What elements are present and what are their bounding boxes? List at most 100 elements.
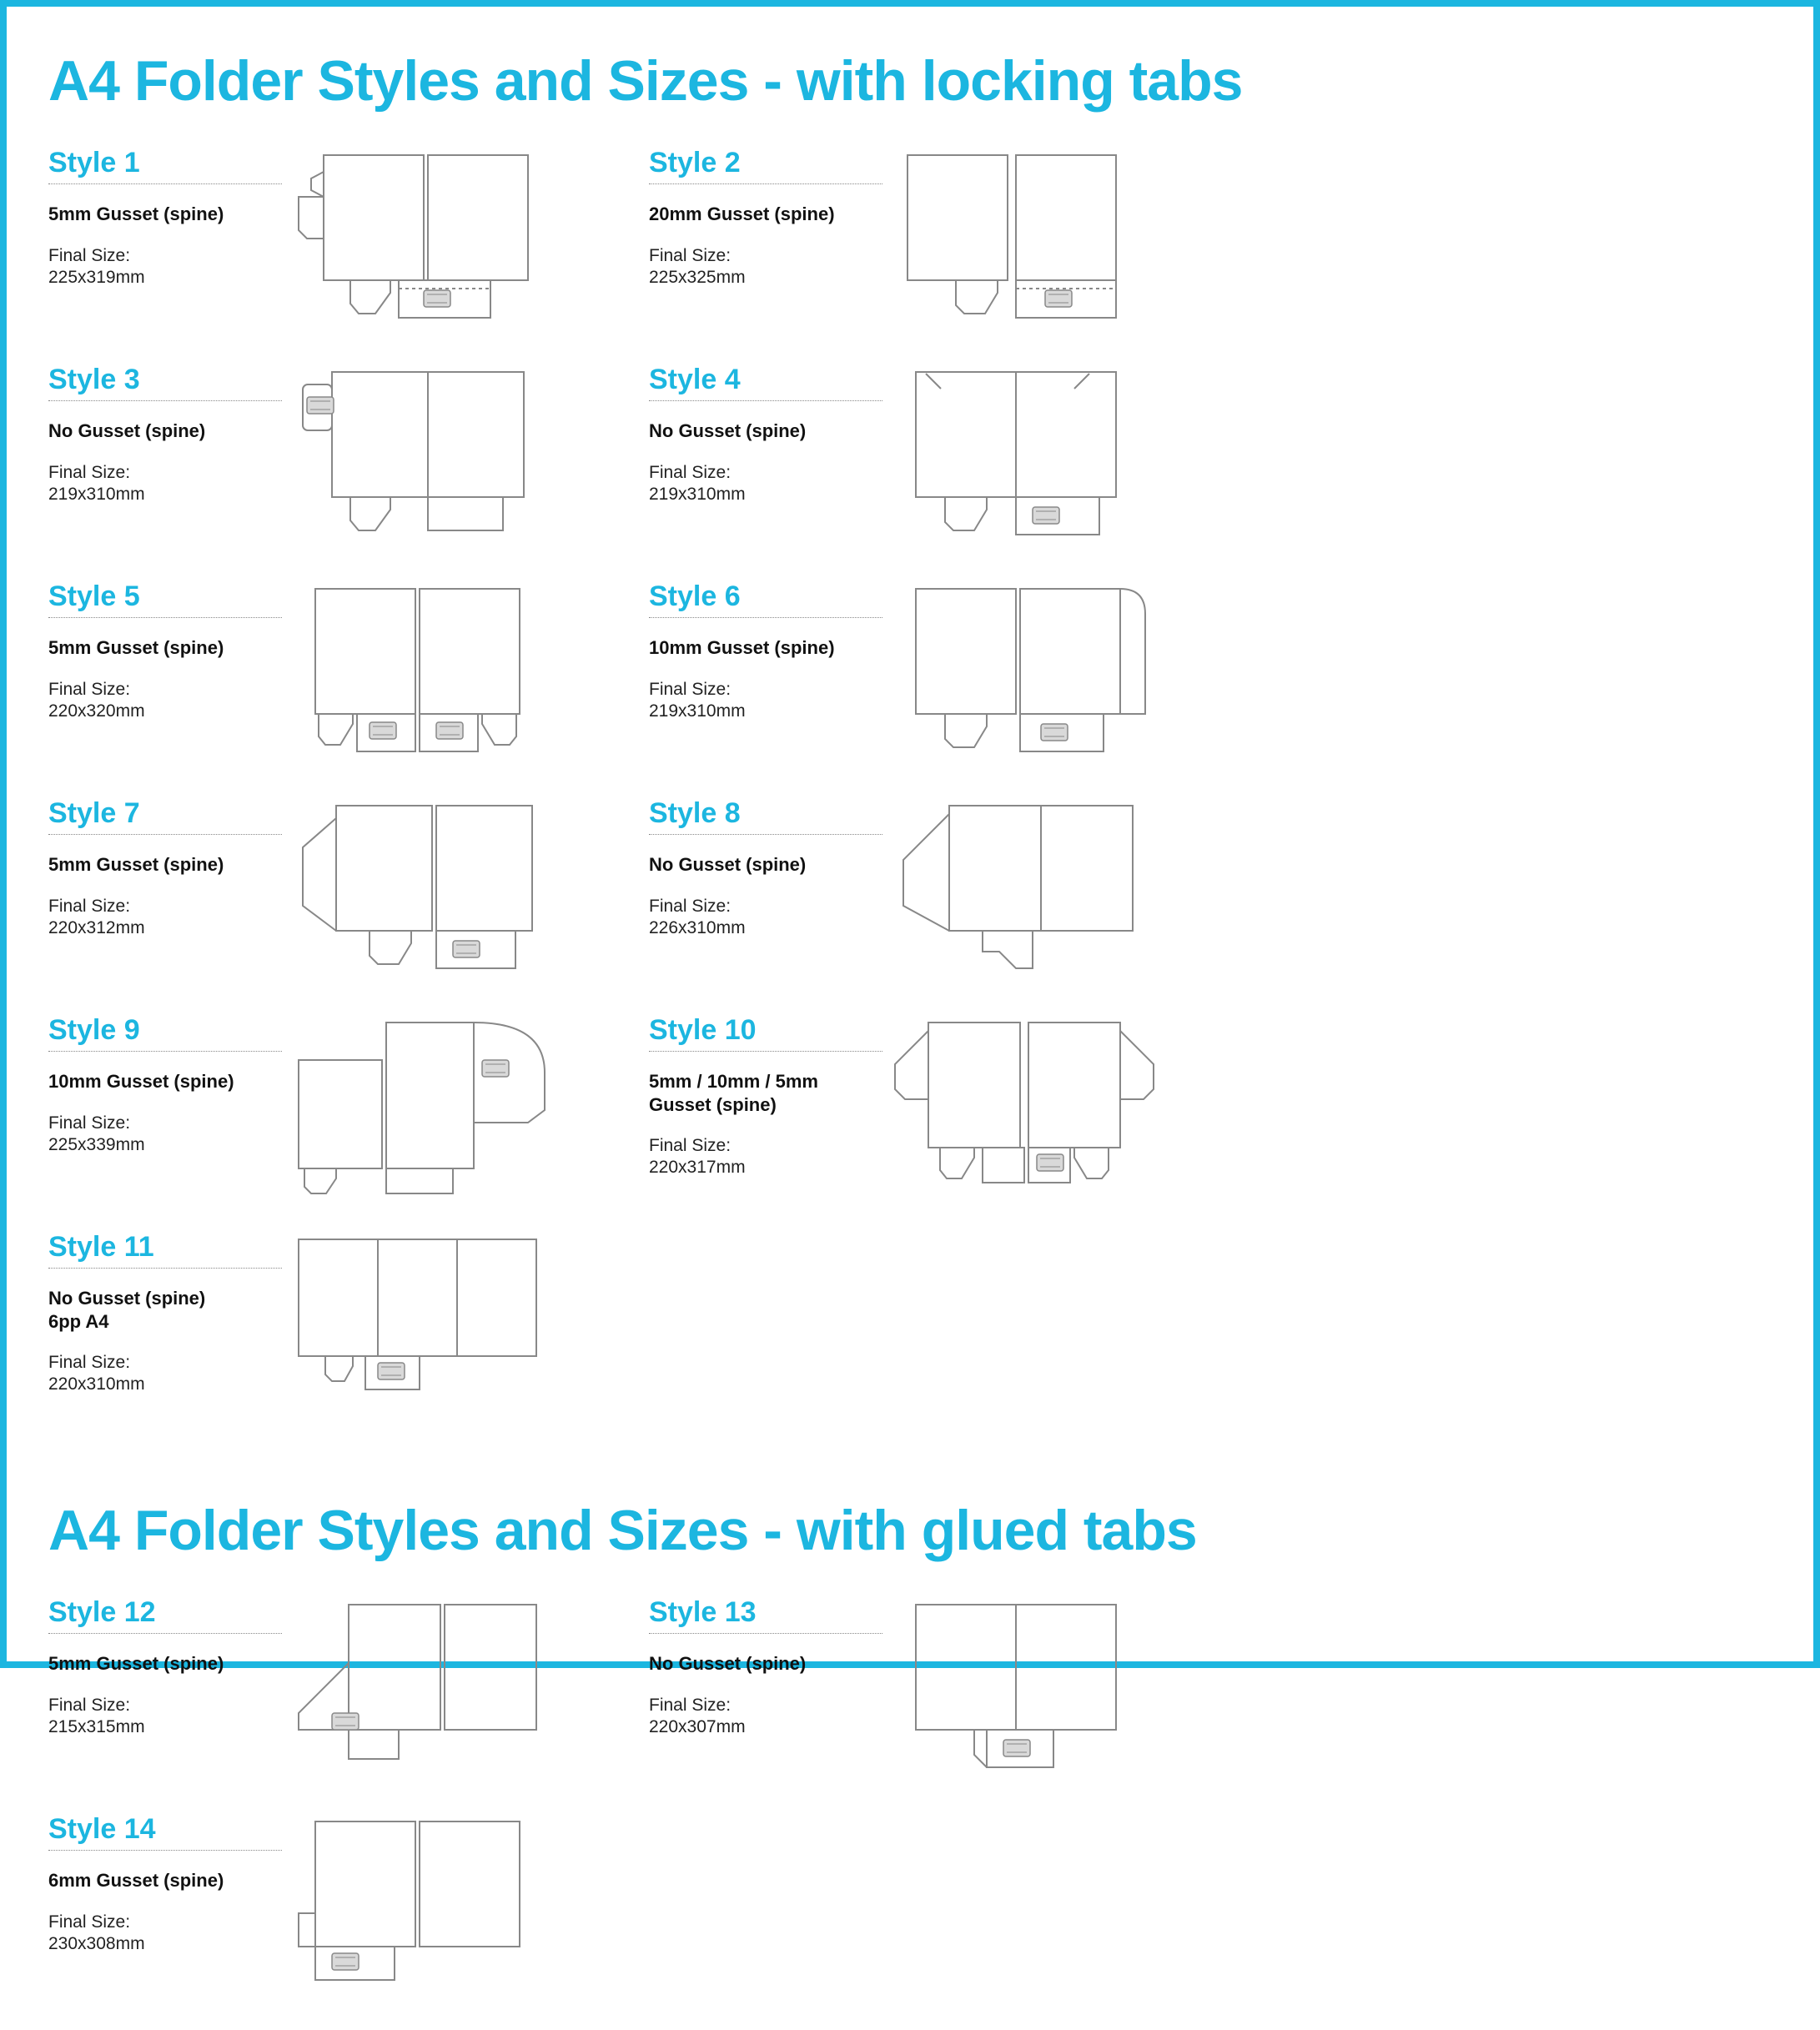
final-size-value: 225x339mm	[48, 1135, 282, 1155]
style-name: Style 10	[649, 1014, 882, 1052]
style-info: Style 125mm Gusset (spine)Final Size:215…	[48, 1596, 282, 1737]
gusset-label: 5mm / 10mm / 5mmGusset (spine)	[649, 1070, 882, 1116]
gusset-label: 6mm Gusset (spine)	[48, 1869, 282, 1892]
style-info: Style 4 No Gusset (spine) Final Size:219x3…	[649, 364, 882, 505]
final-size-label: Final Size:	[48, 1694, 282, 1717]
gusset-label: No Gusset (spine)	[649, 420, 882, 443]
style-cell: Style 15mm Gusset (spine)Final Size:225x…	[48, 147, 616, 330]
style-cell: Style 14 6mm Gusset (spine) Final Size:230…	[48, 1813, 616, 1997]
style-name: Style 2	[649, 147, 882, 184]
folder-dieline-icon	[282, 364, 566, 547]
style-cell: Style 125mm Gusset (spine)Final Size:215…	[48, 1596, 616, 1780]
gusset-label: 5mm Gusset (spine)	[48, 853, 282, 877]
folder-dieline-icon	[882, 580, 1166, 764]
folder-dieline-icon	[882, 364, 1166, 547]
style-cell: Style 13 No Gusset (spine) Final Size:220x…	[649, 1596, 1216, 1780]
folder-dieline-icon	[282, 1596, 566, 1780]
final-size-value: 220x317mm	[649, 1158, 882, 1178]
folder-dieline-icon	[282, 147, 566, 330]
folder-dieline-icon	[882, 797, 1166, 981]
final-size-label: Final Size:	[649, 1134, 882, 1158]
style-name: Style 11	[48, 1231, 282, 1269]
style-cell: Style 9 10mm Gusset (spine) Final Size:225…	[48, 1014, 616, 1198]
section-2-title: A4 Folder Styles and Sizes - with glued …	[48, 1498, 1772, 1563]
final-size-value: 215x315mm	[48, 1717, 282, 1737]
gusset-label: No Gusset (spine)	[649, 1652, 882, 1676]
gusset-label: 5mm Gusset (spine)	[48, 203, 282, 226]
final-size-label: Final Size:	[649, 244, 882, 268]
style-cell: Style 4 No Gusset (spine) Final Size:219x3…	[649, 364, 1216, 547]
style-cell: Style 10 5mm / 10mm / 5mmGusset (spine) Fi…	[649, 1014, 1216, 1198]
final-size-value: 219x310mm	[649, 485, 882, 505]
gusset-label: No Gusset (spine)	[649, 853, 882, 877]
final-size-value: 225x325mm	[649, 268, 882, 288]
style-info: Style 8 No Gusset (spine) Final Size:226x3…	[649, 797, 882, 938]
style-cell: Style 7 5mm Gusset (spine) Final Size:220x…	[48, 797, 616, 981]
style-cell: Style 8 No Gusset (spine) Final Size:226x3…	[649, 797, 1216, 981]
folder-dieline-icon	[282, 797, 566, 981]
style-info: Style 3 No Gusset (spine) Final Size:219x3…	[48, 364, 282, 505]
style-name: Style 9	[48, 1014, 282, 1052]
gusset-label: 5mm Gusset (spine)	[48, 636, 282, 660]
style-info: Style 10 5mm / 10mm / 5mmGusset (spine) Fi…	[649, 1014, 882, 1178]
style-info: Style 11 No Gusset (spine)6pp A4 Final Siz…	[48, 1231, 282, 1394]
style-info: Style 610mm Gusset (spine)Final Size:219…	[649, 580, 882, 721]
final-size-value: 219x310mm	[48, 485, 282, 505]
gusset-label: 10mm Gusset (spine)	[48, 1070, 282, 1093]
folder-dieline-icon	[282, 1813, 566, 1997]
gusset-label: No Gusset (spine)	[48, 420, 282, 443]
style-name: Style 8	[649, 797, 882, 835]
final-size-value: 220x312mm	[48, 918, 282, 938]
style-name: Style 6	[649, 580, 882, 618]
folder-dieline-icon	[882, 1596, 1166, 1780]
final-size-label: Final Size:	[48, 895, 282, 918]
styles-grid-locking: Style 15mm Gusset (spine)Final Size:225x…	[48, 147, 1772, 1448]
final-size-value: 220x320mm	[48, 701, 282, 721]
final-size-label: Final Size:	[48, 1112, 282, 1135]
style-cell: Style 11 No Gusset (spine)6pp A4 Final Siz…	[48, 1231, 616, 1414]
folder-dieline-icon	[882, 147, 1166, 330]
style-info: Style 7 5mm Gusset (spine) Final Size:220x…	[48, 797, 282, 938]
page-frame: A4 Folder Styles and Sizes - with lockin…	[0, 0, 1820, 1668]
style-name: Style 14	[48, 1813, 282, 1851]
style-info: Style 14 6mm Gusset (spine) Final Size:230…	[48, 1813, 282, 1954]
style-cell: Style 3 No Gusset (spine) Final Size:219x3…	[48, 364, 616, 547]
folder-dieline-icon	[882, 1014, 1166, 1198]
section-1-title: A4 Folder Styles and Sizes - with lockin…	[48, 48, 1772, 113]
style-name: Style 5	[48, 580, 282, 618]
style-cell: Style 610mm Gusset (spine)Final Size:219…	[649, 580, 1216, 764]
style-info: Style 9 10mm Gusset (spine) Final Size:225…	[48, 1014, 282, 1155]
final-size-label: Final Size:	[48, 678, 282, 701]
final-size-label: Final Size:	[649, 895, 882, 918]
styles-grid-glued: Style 125mm Gusset (spine)Final Size:215…	[48, 1596, 1772, 2030]
final-size-label: Final Size:	[48, 1911, 282, 1934]
final-size-label: Final Size:	[649, 461, 882, 485]
final-size-label: Final Size:	[649, 1694, 882, 1717]
folder-dieline-icon	[282, 1014, 566, 1198]
gusset-label: 5mm Gusset (spine)	[48, 1652, 282, 1676]
final-size-value: 230x308mm	[48, 1934, 282, 1954]
style-info: Style 15mm Gusset (spine)Final Size:225x…	[48, 147, 282, 288]
style-name: Style 4	[649, 364, 882, 401]
final-size-value: 219x310mm	[649, 701, 882, 721]
final-size-value: 226x310mm	[649, 918, 882, 938]
folder-dieline-icon	[282, 580, 566, 764]
final-size-value: 220x307mm	[649, 1717, 882, 1737]
final-size-label: Final Size:	[48, 461, 282, 485]
gusset-label: 20mm Gusset (spine)	[649, 203, 882, 226]
final-size-label: Final Size:	[48, 244, 282, 268]
style-info: Style 13 No Gusset (spine) Final Size:220x…	[649, 1596, 882, 1737]
folder-dieline-icon	[282, 1231, 566, 1414]
style-info: Style 5 5mm Gusset (spine) Final Size:220x…	[48, 580, 282, 721]
style-name: Style 13	[649, 1596, 882, 1634]
final-size-label: Final Size:	[649, 678, 882, 701]
gusset-label: No Gusset (spine)6pp A4	[48, 1287, 282, 1333]
style-cell: Style 5 5mm Gusset (spine) Final Size:220x…	[48, 580, 616, 764]
style-info: Style 2 20mm Gusset (spine) Final Size:225…	[649, 147, 882, 288]
final-size-value: 220x310mm	[48, 1374, 282, 1394]
final-size-label: Final Size:	[48, 1351, 282, 1374]
style-name: Style 3	[48, 364, 282, 401]
style-name: Style 1	[48, 147, 282, 184]
style-name: Style 7	[48, 797, 282, 835]
style-cell: Style 2 20mm Gusset (spine) Final Size:225…	[649, 147, 1216, 330]
